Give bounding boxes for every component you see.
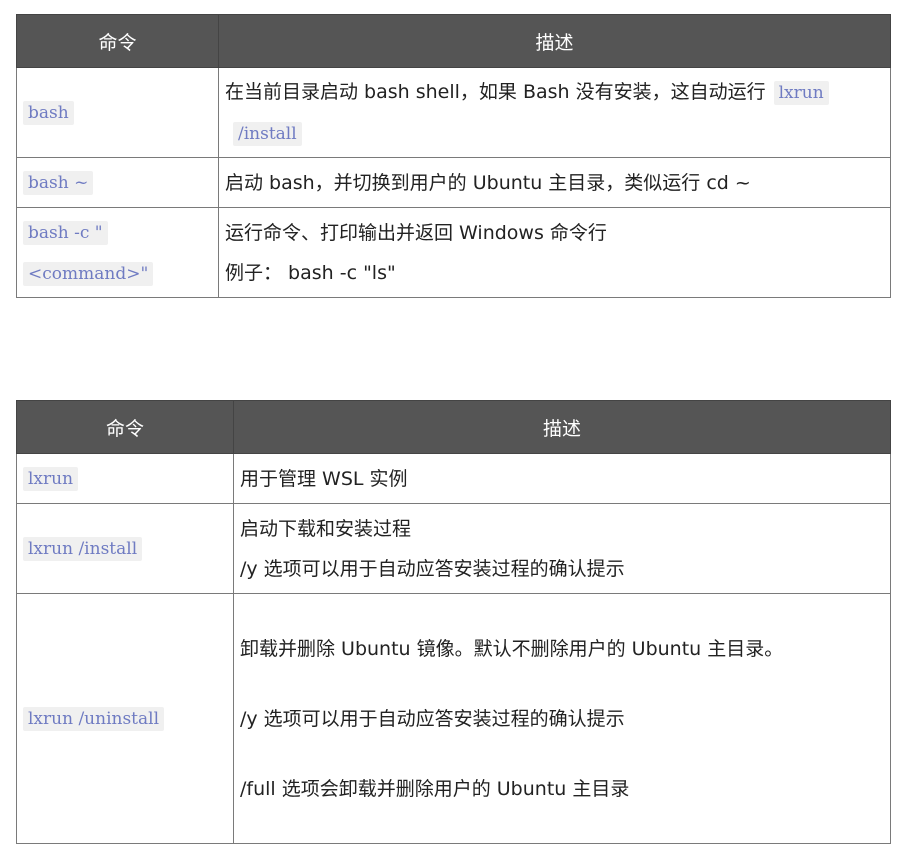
description-text: 启动 bash，并切换到用户的 Ubuntu 主目录，类似运行 cd ~ [225,171,751,194]
table-row: bash -c "<command>" 运行命令、打印输出并返回 Windows… [16,207,891,298]
description-option: /y 选项可以用于自动应答安装过程的确认提示 [240,557,625,580]
description-option-full: /full 选项会卸载并删除用户的 Ubuntu 主目录 [240,777,630,800]
table-header-row: 命令 描述 [16,400,891,454]
description-cell: 卸载并删除 Ubuntu 镜像。默认不删除用户的 Ubuntu 主目录。 /y … [233,593,891,844]
command-code: lxrun /install [23,537,143,561]
description-text: 运行命令、打印输出并返回 Windows 命令行 [225,221,607,244]
table-row: lxrun /install 启动下载和安装过程 /y 选项可以用于自动应答安装… [16,503,891,594]
description-option: /y 选项可以用于自动应答安装过程的确认提示 [240,707,625,730]
description-text: 启动下载和安装过程 [240,517,412,540]
table-row: lxrun 用于管理 WSL 实例 [16,453,891,504]
command-code: lxrun [23,467,79,491]
command-cell: bash [16,67,219,158]
description-cell: 运行命令、打印输出并返回 Windows 命令行 例子： bash -c "ls… [218,207,891,298]
commands-table-lxrun: 命令 描述 lxrun 用于管理 WSL 实例 lxrun /install 启… [16,400,891,844]
table-row: lxrun /uninstall 卸载并删除 Ubuntu 镜像。默认不删除用户… [16,593,891,844]
command-code: bash ~ [23,171,94,195]
header-description: 描述 [218,14,891,68]
description-cell: 启动下载和安装过程 /y 选项可以用于自动应答安装过程的确认提示 [233,503,891,594]
command-code: bash [23,101,74,125]
table-header-row: 命令 描述 [16,14,891,68]
description-cell: 启动 bash，并切换到用户的 Ubuntu 主目录，类似运行 cd ~ [218,157,891,208]
commands-table-bash: 命令 描述 bash 在当前目录启动 bash shell，如果 Bash 没有… [16,14,891,298]
description-text: 用于管理 WSL 实例 [240,467,408,490]
description-text: 在当前目录启动 bash shell，如果 Bash 没有安装，这自动运行 [225,80,766,103]
command-cell: bash -c "<command>" [16,207,219,298]
command-cell: lxrun /uninstall [16,593,234,844]
command-code: lxrun /uninstall [23,707,165,731]
command-cell: lxrun [16,453,234,504]
table-row: bash ~ 启动 bash，并切换到用户的 Ubuntu 主目录，类似运行 c… [16,157,891,208]
description-cell: 用于管理 WSL 实例 [233,453,891,504]
header-command: 命令 [16,400,234,454]
table-row: bash 在当前目录启动 bash shell，如果 Bash 没有安装，这自动… [16,67,891,158]
command-cell: bash ~ [16,157,219,208]
description-cell: 在当前目录启动 bash shell，如果 Bash 没有安装，这自动运行 lxr… [218,67,891,158]
description-text: 卸载并删除 Ubuntu 镜像。默认不删除用户的 Ubuntu 主目录。 [240,637,784,660]
header-command: 命令 [16,14,219,68]
command-code: bash -c "<command>" [23,220,154,286]
description-example: 例子： bash -c "ls" [225,261,396,284]
header-description: 描述 [233,400,891,454]
command-cell: lxrun /install [16,503,234,594]
